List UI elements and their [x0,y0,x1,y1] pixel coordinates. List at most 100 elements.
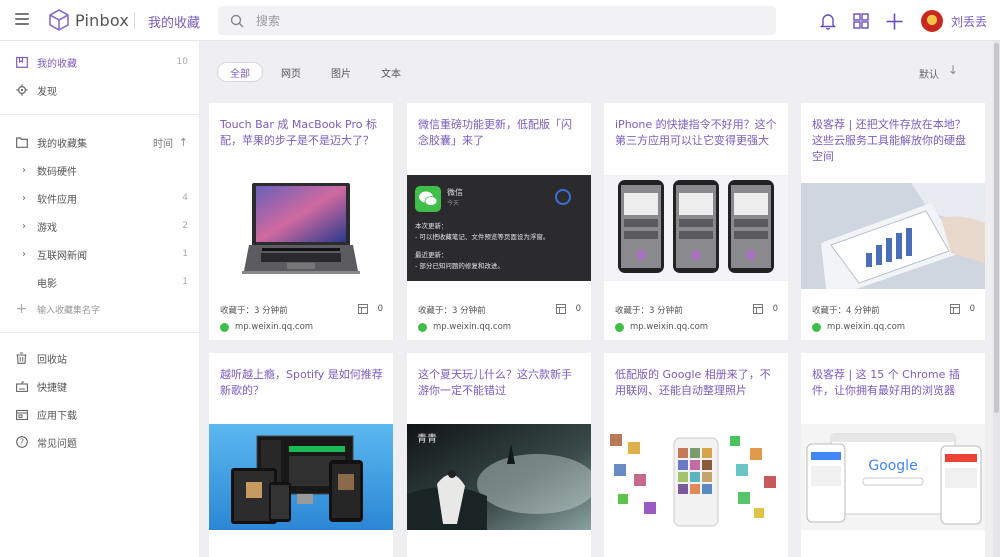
breadcrumb[interactable]: 我的收藏 [148,12,200,31]
saved-time: 收藏于：3 分钟前 [615,306,683,316]
bookmark-card[interactable]: 极客荐 | 还把文件存放在本地？这些云服务工具能解放你的硬盘空间 收藏于：4 分… [801,103,985,340]
card-source[interactable]: mp.weixin.qq.com [220,322,313,332]
search-icon [230,14,244,27]
bookmark-card[interactable]: 低配版的 Google 相册来了，不用联网、还能自动整理照片 [604,353,788,557]
source-domain: mp.weixin.qq.com [630,322,709,332]
sidebar-item-label: 快捷键 [37,382,67,394]
item-count: 1 [182,249,188,259]
filter-tab-image[interactable]: 图片 [319,62,363,82]
card-thumbnail [604,424,788,530]
chevron-right-icon[interactable]: › [22,249,26,260]
source-domain: mp.weixin.qq.com [235,322,314,332]
sidebar-item-collection[interactable]: 电影 1 [0,268,200,296]
notes-count[interactable]: 0 [949,304,975,314]
sidebar-item-trash[interactable]: 回收站 [0,344,200,372]
sidebar-item-label: 数码硬件 [37,166,77,178]
chrome-devices-image: Google [806,433,982,525]
grid-view-icon[interactable] [851,11,871,31]
notes-count[interactable]: 0 [555,304,581,314]
item-count: 2 [182,221,188,231]
card-source[interactable]: mp.weixin.qq.com [615,322,708,332]
card-title[interactable]: iPhone 的快捷指令不好用？这个第三方应用可以让它变得更强大 [615,117,779,149]
wechat-app-name: 微信 [447,188,463,197]
notes-count-value: 0 [772,304,778,314]
scrollbar-thumb[interactable] [994,43,999,413]
username[interactable]: 刘丢丢 [951,13,987,30]
add-icon[interactable] [884,11,904,31]
collections-sort-label[interactable]: 时间 [153,135,173,150]
svg-text:?: ? [20,438,24,447]
card-source[interactable]: mp.weixin.qq.com [812,322,905,332]
divider [0,114,200,115]
sidebar-item-label: 应用下载 [37,410,77,422]
sort-up-icon[interactable]: ↑ [179,136,188,149]
card-title[interactable]: 越听越上瘾，Spotify 是如何推荐新歌的？ [220,367,384,399]
card-title[interactable]: 微信重磅功能更新，低配版「闪念胶囊」来了 [418,117,582,149]
notes-icon [357,304,368,314]
chevron-right-icon[interactable]: › [22,165,26,176]
avatar[interactable] [921,10,943,32]
trash-icon [15,352,28,365]
pinbox-logo-icon [49,9,69,31]
plus-icon: + [15,301,28,317]
progress-ring-icon [555,189,571,205]
chevron-right-icon[interactable]: › [22,221,26,232]
sidebar-item-collection[interactable]: › 数码硬件 [0,156,200,184]
sidebar-item-app-download[interactable]: 应用下载 [0,400,200,428]
sidebar-item-label: 互联网新闻 [37,250,87,262]
bookmark-card[interactable]: 越听越上瘾，Spotify 是如何推荐新歌的？ [209,353,393,557]
type-filter-tabs: 全部 网页 图片 文本 [217,62,419,82]
chevron-right-icon[interactable]: › [22,193,26,204]
sidebar-item-discover[interactable]: 发现 [0,76,200,104]
card-title[interactable]: 极客荐 | 这 15 个 Chrome 插件，让你拥有最好用的浏览器 [812,367,976,399]
search-bar[interactable] [218,6,776,35]
notes-count-value: 0 [377,304,383,314]
bookmark-card[interactable]: 极客荐 | 这 15 个 Chrome 插件，让你拥有最好用的浏览器 Googl… [801,353,985,557]
source-domain: mp.weixin.qq.com [433,322,512,332]
card-thumbnail [801,183,985,289]
folder-icon [15,136,28,149]
sidebar-item-my-collection[interactable]: 我的收藏 10 [0,48,200,76]
google-logo: Google [868,458,917,474]
sidebar-item-collection[interactable]: › 互联网新闻 1 [0,240,200,268]
sidebar-item-collection[interactable]: › 软件应用 4 [0,184,200,212]
card-title[interactable]: 这个夏天玩儿什么？这六款新手游你一定不能错过 [418,367,582,399]
filter-tab-web[interactable]: 网页 [269,62,313,82]
changelog-line: - 部分已知问题的修复和改进。 [415,262,504,270]
bookmark-card[interactable]: 微信重磅功能更新，低配版「闪念胶囊」来了 微信 今天 本次更新： - 可以把收藏… [407,103,591,340]
sidebar-item-label: 电影 [37,278,57,290]
filter-tab-text[interactable]: 文本 [369,62,413,82]
compass-icon [15,84,28,97]
menu-icon[interactable] [15,13,29,25]
sort-dropdown[interactable]: 默认 [919,66,939,81]
sidebar-item-shortcuts[interactable]: 快捷键 [0,372,200,400]
notes-count[interactable]: 0 [357,304,383,314]
divider [0,332,200,333]
sort-down-icon[interactable]: ↓ [948,63,958,77]
bookmark-card[interactable]: 这个夏天玩儿什么？这六款新手游你一定不能错过 青青 [407,353,591,557]
changelog-text: 本次更新： - 可以把收藏笔记、文件预览等页面设为浮窗。 最近更新： - 部分已… [415,221,549,272]
filter-tab-all[interactable]: 全部 [217,62,263,82]
notes-icon [752,304,763,314]
bookmark-card[interactable]: iPhone 的快捷指令不好用？这个第三方应用可以让它变得更强大 收藏于：3 分… [604,103,788,340]
logo[interactable]: Pinbox [49,9,129,31]
card-title[interactable]: Touch Bar 成 MacBook Pro 标配，苹果的步子是不是迈大了？ [220,117,384,149]
bookmark-card[interactable]: Touch Bar 成 MacBook Pro 标配，苹果的步子是不是迈大了？ … [209,103,393,340]
collections-header[interactable]: 我的收藏集 时间 ↑ [0,128,200,156]
card-source[interactable]: mp.weixin.qq.com [418,322,511,332]
sidebar-item-label: 软件应用 [37,194,77,206]
search-input[interactable] [256,13,656,28]
keyboard-icon [15,380,28,393]
card-thumbnail [209,175,393,281]
sidebar-item-faq[interactable]: ? 常见问题 [0,428,200,456]
help-icon: ? [15,436,28,449]
scrollbar[interactable] [993,41,1000,557]
bell-icon[interactable] [818,11,838,31]
app-name: Pinbox [75,10,130,30]
saved-time: 收藏于：3 分钟前 [418,306,486,316]
sidebar-item-collection[interactable]: › 游戏 2 [0,212,200,240]
notes-count[interactable]: 0 [752,304,778,314]
card-title[interactable]: 低配版的 Google 相册来了，不用联网、还能自动整理照片 [615,367,779,399]
card-title[interactable]: 极客荐 | 还把文件存放在本地？这些云服务工具能解放你的硬盘空间 [812,117,976,165]
add-collection-field[interactable]: + 输入收藏集名字 [0,295,200,323]
